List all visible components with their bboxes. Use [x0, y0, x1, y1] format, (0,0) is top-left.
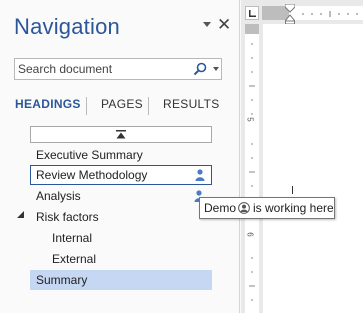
heading-label: Executive Summary [36, 148, 143, 162]
tab-headings[interactable]: HEADINGS [15, 97, 81, 111]
heading-label: Review Methodology [36, 168, 148, 182]
heading-item[interactable]: Review Methodology [30, 165, 212, 185]
heading-item[interactable]: Risk factors [30, 207, 212, 227]
heading-item[interactable]: Internal [30, 228, 212, 248]
left-tab-stop-icon [249, 10, 256, 17]
heading-item[interactable]: Executive Summary [30, 145, 212, 165]
heading-label: External [52, 252, 97, 266]
tooltip-status-text: is working here [253, 201, 334, 215]
document-page[interactable] [263, 24, 363, 313]
dropdown-arrow-icon[interactable] [203, 22, 211, 27]
pane-title: Navigation [14, 14, 120, 39]
tab-results[interactable]: RESULTS [163, 97, 220, 111]
tooltip-user-name: Demo [204, 201, 237, 215]
tab-bar: HEADINGS PAGES RESULTS [0, 97, 240, 117]
vertical-ruler-ticks [249, 43, 255, 301]
heading-label: Internal [52, 231, 93, 245]
tab-separator [148, 97, 149, 115]
magnifier-icon[interactable] [192, 61, 208, 77]
navigation-pane: Navigation ✕ HEADINGS PAGES RESULTS Exec… [0, 0, 240, 313]
ruler-number: 5 [245, 117, 255, 122]
tab-separator [86, 97, 87, 115]
search-input[interactable] [18, 61, 178, 77]
collapse-up-icon [116, 130, 126, 139]
heading-item[interactable]: Analysis [30, 186, 212, 206]
collapse-all-button[interactable] [30, 126, 212, 143]
heading-label: Risk factors [36, 210, 99, 224]
search-box[interactable] [14, 58, 222, 80]
ruler-margin [245, 24, 259, 34]
user-avatar-icon [238, 202, 250, 214]
indent-marker-icon[interactable] [285, 4, 295, 24]
chevron-down-icon[interactable] [213, 67, 219, 71]
heading-item[interactable]: External [30, 249, 212, 269]
tab-pages[interactable]: PAGES [101, 97, 143, 111]
expanded-triangle-icon[interactable] [17, 211, 25, 219]
document-area: 5 6 [241, 0, 363, 313]
person-icon [195, 169, 205, 181]
tab-selector[interactable] [245, 6, 259, 20]
cursor-flag-icon [292, 186, 293, 194]
ruler-ticks [302, 11, 358, 17]
close-icon[interactable]: ✕ [217, 16, 231, 33]
ruler-number: 6 [245, 232, 255, 237]
heading-item-selected[interactable]: Summary [30, 270, 212, 290]
heading-label: Analysis [36, 189, 81, 203]
coauthor-tooltip: Demo is working here [199, 197, 335, 219]
heading-label: Summary [36, 273, 88, 287]
